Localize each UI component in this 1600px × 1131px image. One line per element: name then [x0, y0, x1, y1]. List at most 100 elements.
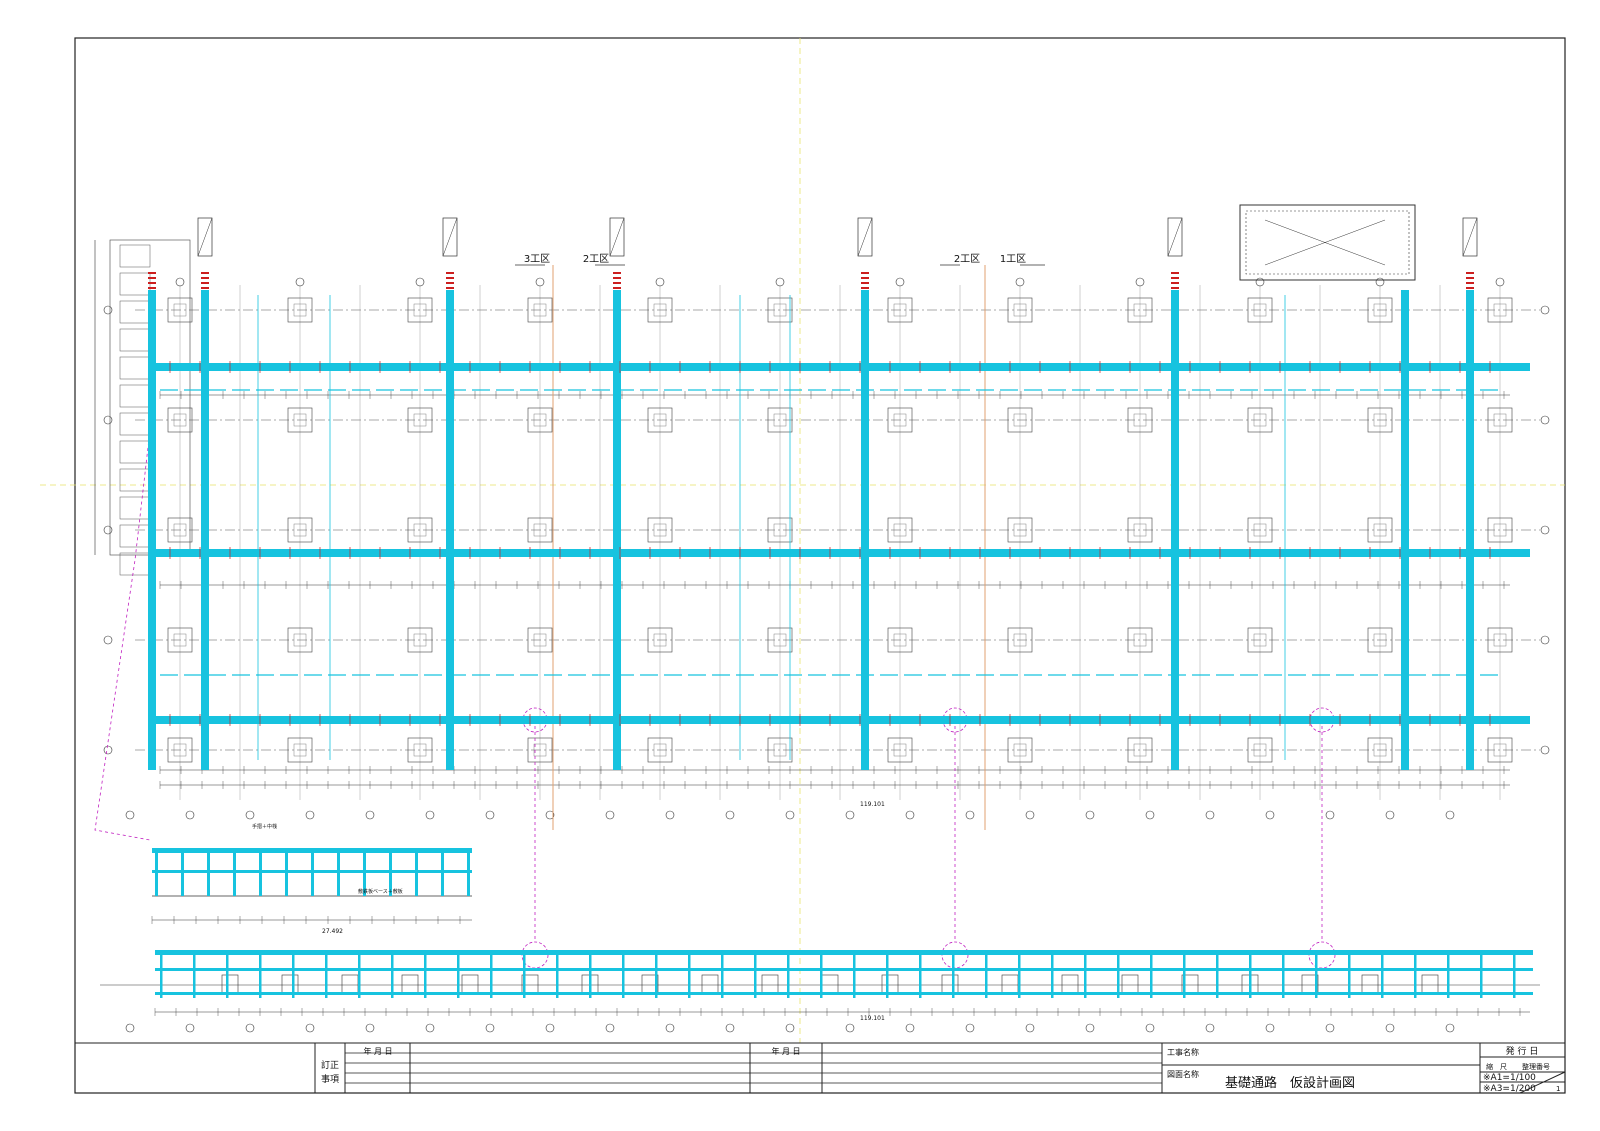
grid-bubble-left-3 [103, 635, 113, 645]
grid-bubble-right-1 [1540, 415, 1550, 425]
grid-bubble-top-300 [295, 277, 305, 287]
long-elev-post-1348 [1348, 950, 1351, 998]
long-elev-footing-830 [821, 974, 839, 994]
grid-bubble-elev-1450 [1445, 1023, 1455, 1033]
markers [148, 272, 1491, 726]
grid-bubble-right-2 [1540, 525, 1550, 535]
access-ladder-3-3 [861, 287, 869, 289]
long-elev-post-1051 [1051, 950, 1054, 998]
long-elev-post-1216 [1216, 950, 1219, 998]
left-detail-245 [119, 244, 151, 268]
small-elev-post-467 [467, 848, 470, 896]
long-elev-post-1315 [1315, 950, 1318, 998]
small-elev-post-311 [311, 848, 314, 896]
long-elev-post-886 [886, 950, 889, 998]
long-elev-post-1414 [1414, 950, 1417, 998]
scaffold-column-4 [861, 290, 869, 770]
access-ladder-4-2 [1171, 282, 1179, 284]
stair-tower-diag-0 [197, 217, 213, 257]
access-ladder-0-2 [201, 282, 209, 284]
long-elev-post-655 [655, 950, 658, 998]
grid-bubble-top-780 [775, 277, 785, 287]
grid-bubble-bottom-910 [905, 810, 915, 820]
long-elev-post-523 [523, 950, 526, 998]
stair-tower-diag-3 [857, 217, 873, 257]
grid-bubble-bottom-1210 [1205, 810, 1215, 820]
grid-bubble-top-900 [895, 277, 905, 287]
scaffold-column-5 [1171, 290, 1179, 770]
grid-bubble-elev-370 [365, 1023, 375, 1033]
walkway-beam-1 [150, 549, 1530, 557]
access-ladder-3-2 [861, 282, 869, 284]
left-detail-273 [119, 272, 151, 296]
grid-bubble-elev-1330 [1325, 1023, 1335, 1033]
detail-box-inner [1245, 210, 1410, 275]
stair-tower-diag-5 [1462, 217, 1478, 257]
long-elev-footing-950 [941, 974, 959, 994]
long-elev-post-1150 [1150, 950, 1153, 998]
small-elev-post-441 [441, 848, 444, 896]
long-elev-post-1480 [1480, 950, 1483, 998]
grid-bubble-elev-670 [665, 1023, 675, 1033]
grid-bubble-right-0 [1540, 305, 1550, 315]
long-elev-post-193 [193, 950, 196, 998]
small-elev-post-285 [285, 848, 288, 896]
drawing-name-label: 図面名称 [1167, 1069, 1199, 1079]
grid-bubble-elev-730 [725, 1023, 735, 1033]
long-elev-footing-350 [341, 974, 359, 994]
long-elev-post-325 [325, 950, 328, 998]
access-ladder-5-3 [1466, 287, 1474, 289]
scale-label-1: 縮 [1486, 1062, 1493, 1071]
grid-bubble-bottom-430 [425, 810, 435, 820]
long-elev-post-1249 [1249, 950, 1252, 998]
grid-bubble-bottom-730 [725, 810, 735, 820]
long-elev-bottom-rail [155, 992, 1533, 995]
long-elev-post-622 [622, 950, 625, 998]
grid-bubble-top-420 [415, 277, 425, 287]
small-elev-post-233 [233, 848, 236, 896]
long-elev-post-952 [952, 950, 955, 998]
long-elev-footing-410 [401, 974, 419, 994]
left-detail-385 [119, 384, 151, 408]
long-elev-post-787 [787, 950, 790, 998]
long-elev-post-1513 [1513, 950, 1516, 998]
drawing-sheet: 3工区 2工区 2工区 1工区 119.101 119.101 27.492 敷… [40, 37, 1566, 1094]
drawing-title: 基礎通路 仮設計画図 [1225, 1075, 1355, 1091]
scaffold-column-6 [1401, 290, 1409, 770]
detail-box-outer [1239, 204, 1416, 281]
left-detail-413 [119, 412, 151, 436]
stair-tower-diag-4 [1167, 217, 1183, 257]
small-elev-post-155 [155, 848, 158, 896]
grid-bubble-left-1 [103, 415, 113, 425]
grid-bubble-bottom-850 [845, 810, 855, 820]
access-ladder-2-0 [613, 272, 621, 274]
scale-a3: ※A3=1/200 [1483, 1084, 1536, 1094]
long-elev-post-1117 [1117, 950, 1120, 998]
long-elev-footing-230 [221, 974, 239, 994]
left-detail-553 [119, 552, 151, 576]
long-elev-post-919 [919, 950, 922, 998]
grid-bubble-top-1260 [1255, 277, 1265, 287]
stair-tower-diag-1 [442, 217, 458, 257]
access-ladder-2-2 [613, 282, 621, 284]
grid-bubble-bottom-1270 [1265, 810, 1275, 820]
access-ladder-2-3 [613, 287, 621, 289]
access-ladder-6-0 [148, 272, 156, 274]
small-elev-post-337 [337, 848, 340, 896]
access-ladder-0-1 [201, 277, 209, 279]
grid-bubble-elev-790 [785, 1023, 795, 1033]
grid-bubble-bottom-1390 [1385, 810, 1395, 820]
scaffold-column-0 [148, 290, 156, 770]
long-elev-footing-770 [761, 974, 779, 994]
long-elev-footing-1430 [1421, 974, 1439, 994]
long-elev-post-589 [589, 950, 592, 998]
long-elev-post-820 [820, 950, 823, 998]
grid-bubble-bottom-130 [125, 810, 135, 820]
access-ladder-4-1 [1171, 277, 1179, 279]
grid-bubble-bottom-1030 [1025, 810, 1035, 820]
scale-label-2: 尺 [1500, 1063, 1507, 1071]
date-header-right: 年 月 日 [771, 1046, 800, 1056]
access-ladder-6-2 [148, 282, 156, 284]
grid-bubble-bottom-490 [485, 810, 495, 820]
project-name-label: 工事名称 [1167, 1047, 1199, 1057]
